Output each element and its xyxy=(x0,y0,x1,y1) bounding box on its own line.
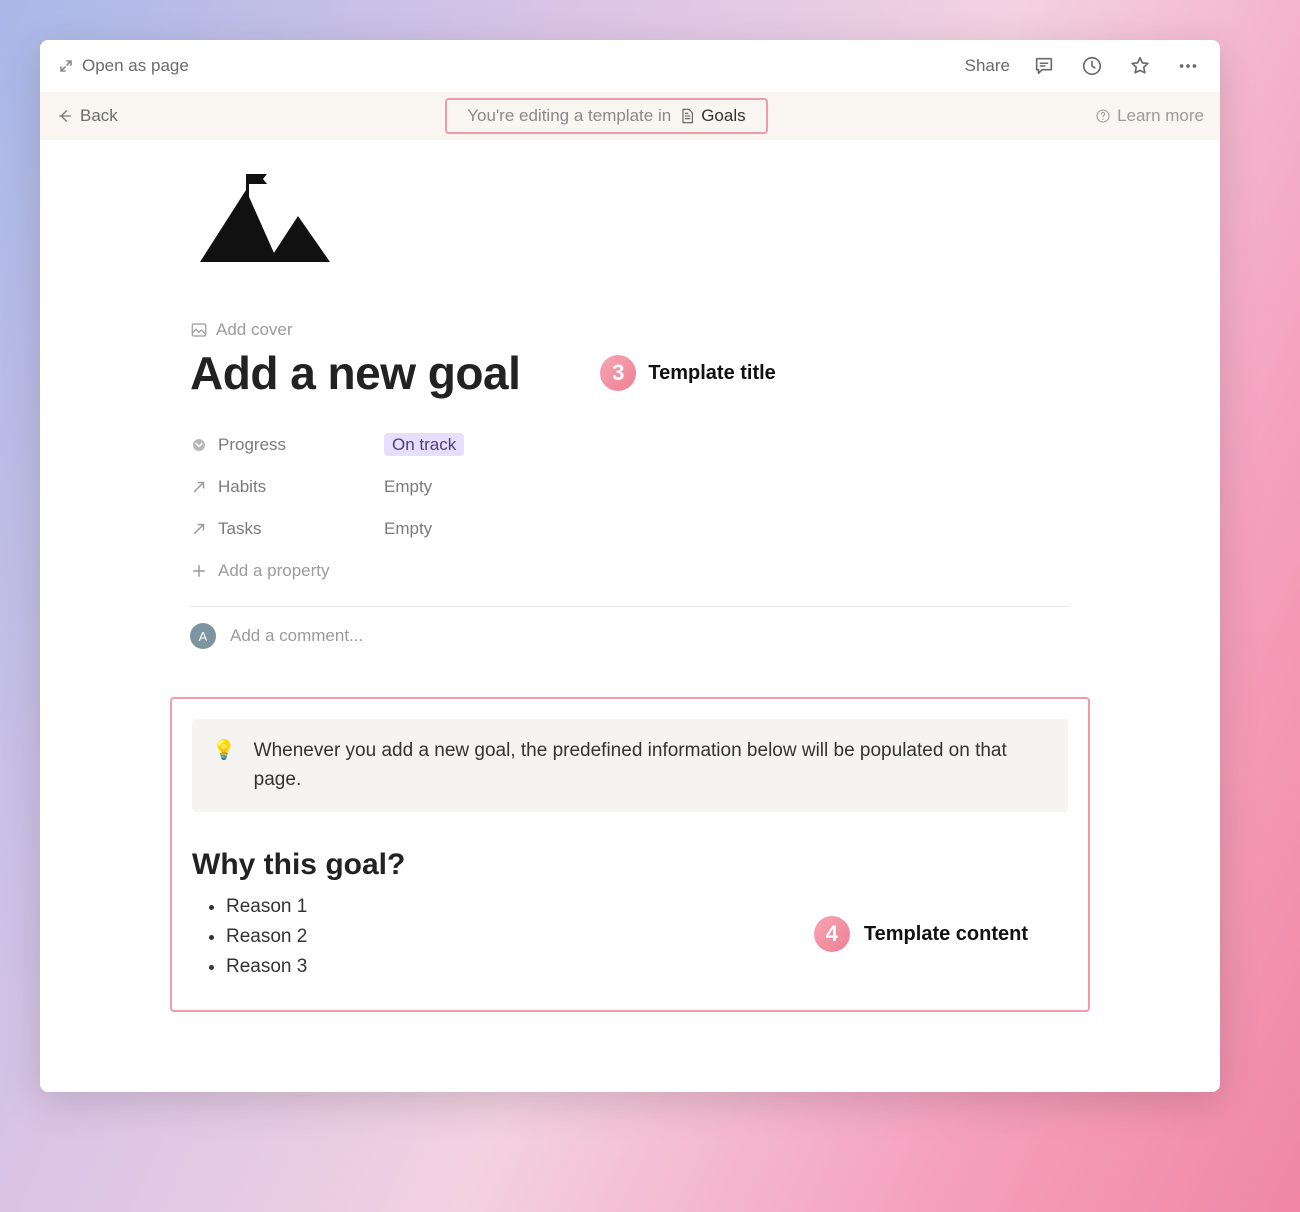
annotation-4: 4 Template content xyxy=(814,916,1028,952)
annotation-3: 3 Template title xyxy=(600,355,775,391)
annotation-4-number: 4 xyxy=(814,916,850,952)
select-property-icon xyxy=(190,436,208,454)
template-content-region: 💡 Whenever you add a new goal, the prede… xyxy=(170,697,1090,1012)
learn-more-link[interactable]: Learn more xyxy=(1095,106,1204,126)
add-property-button[interactable]: Add a property xyxy=(190,550,1070,592)
template-edit-banner: Back You're editing a template in Goals … xyxy=(40,92,1220,140)
relation-icon xyxy=(190,478,208,496)
annotation-3-number: 3 xyxy=(600,355,636,391)
property-progress-value[interactable]: On track xyxy=(384,433,464,456)
property-tasks-value[interactable]: Empty xyxy=(384,519,432,539)
add-cover-button[interactable]: Add cover xyxy=(190,320,1070,340)
add-cover-label: Add cover xyxy=(216,320,293,340)
divider xyxy=(190,606,1070,607)
comment-placeholder: Add a comment... xyxy=(230,626,363,646)
property-progress[interactable]: Progress On track xyxy=(190,424,1070,466)
help-icon xyxy=(1095,108,1111,124)
lightbulb-icon: 💡 xyxy=(212,737,236,794)
learn-more-label: Learn more xyxy=(1117,106,1204,126)
property-habits-label: Habits xyxy=(218,477,266,497)
history-icon[interactable] xyxy=(1078,52,1106,80)
annotation-4-label: Template content xyxy=(864,923,1028,946)
parent-db-name: Goals xyxy=(701,106,745,126)
editing-template-label: You're editing a template in xyxy=(467,106,671,126)
callout-text: Whenever you add a new goal, the predefi… xyxy=(254,737,1048,794)
property-tasks[interactable]: Tasks Empty xyxy=(190,508,1070,550)
image-icon xyxy=(190,321,208,339)
list-item[interactable]: Reason 1 xyxy=(226,896,1074,918)
expand-icon xyxy=(58,58,74,74)
editing-template-info: You're editing a template in Goals xyxy=(445,98,767,134)
property-progress-label: Progress xyxy=(218,435,286,455)
add-property-label: Add a property xyxy=(218,561,330,581)
parent-db-link[interactable]: Goals xyxy=(679,106,745,126)
page-content: Add cover Add a new goal 3 Template titl… xyxy=(40,140,1220,1092)
plus-icon xyxy=(190,562,208,580)
property-habits[interactable]: Habits Empty xyxy=(190,466,1070,508)
page-title[interactable]: Add a new goal xyxy=(190,346,520,400)
page-hero-icon[interactable] xyxy=(190,170,370,270)
back-label: Back xyxy=(80,106,118,126)
property-tasks-label: Tasks xyxy=(218,519,261,539)
more-icon[interactable] xyxy=(1174,52,1202,80)
callout-block[interactable]: 💡 Whenever you add a new goal, the prede… xyxy=(192,719,1068,812)
favorite-icon[interactable] xyxy=(1126,52,1154,80)
topbar: Open as page Share xyxy=(40,40,1220,92)
share-button[interactable]: Share xyxy=(965,56,1010,76)
open-as-page-label: Open as page xyxy=(82,56,189,76)
avatar: A xyxy=(190,623,216,649)
open-as-page-button[interactable]: Open as page xyxy=(58,56,189,76)
property-habits-value[interactable]: Empty xyxy=(384,477,432,497)
page-icon xyxy=(679,107,695,125)
comments-icon[interactable] xyxy=(1030,52,1058,80)
section-heading[interactable]: Why this goal? xyxy=(192,848,1068,882)
list-item[interactable]: Reason 3 xyxy=(226,956,1074,978)
page-modal: Open as page Share Back xyxy=(40,40,1220,1092)
relation-icon xyxy=(190,520,208,538)
properties-section: Progress On track Habits Empty xyxy=(190,424,1070,592)
annotation-3-label: Template title xyxy=(648,362,775,385)
arrow-left-icon xyxy=(56,107,74,125)
add-comment[interactable]: A Add a comment... xyxy=(190,623,1070,649)
back-button[interactable]: Back xyxy=(56,106,118,126)
